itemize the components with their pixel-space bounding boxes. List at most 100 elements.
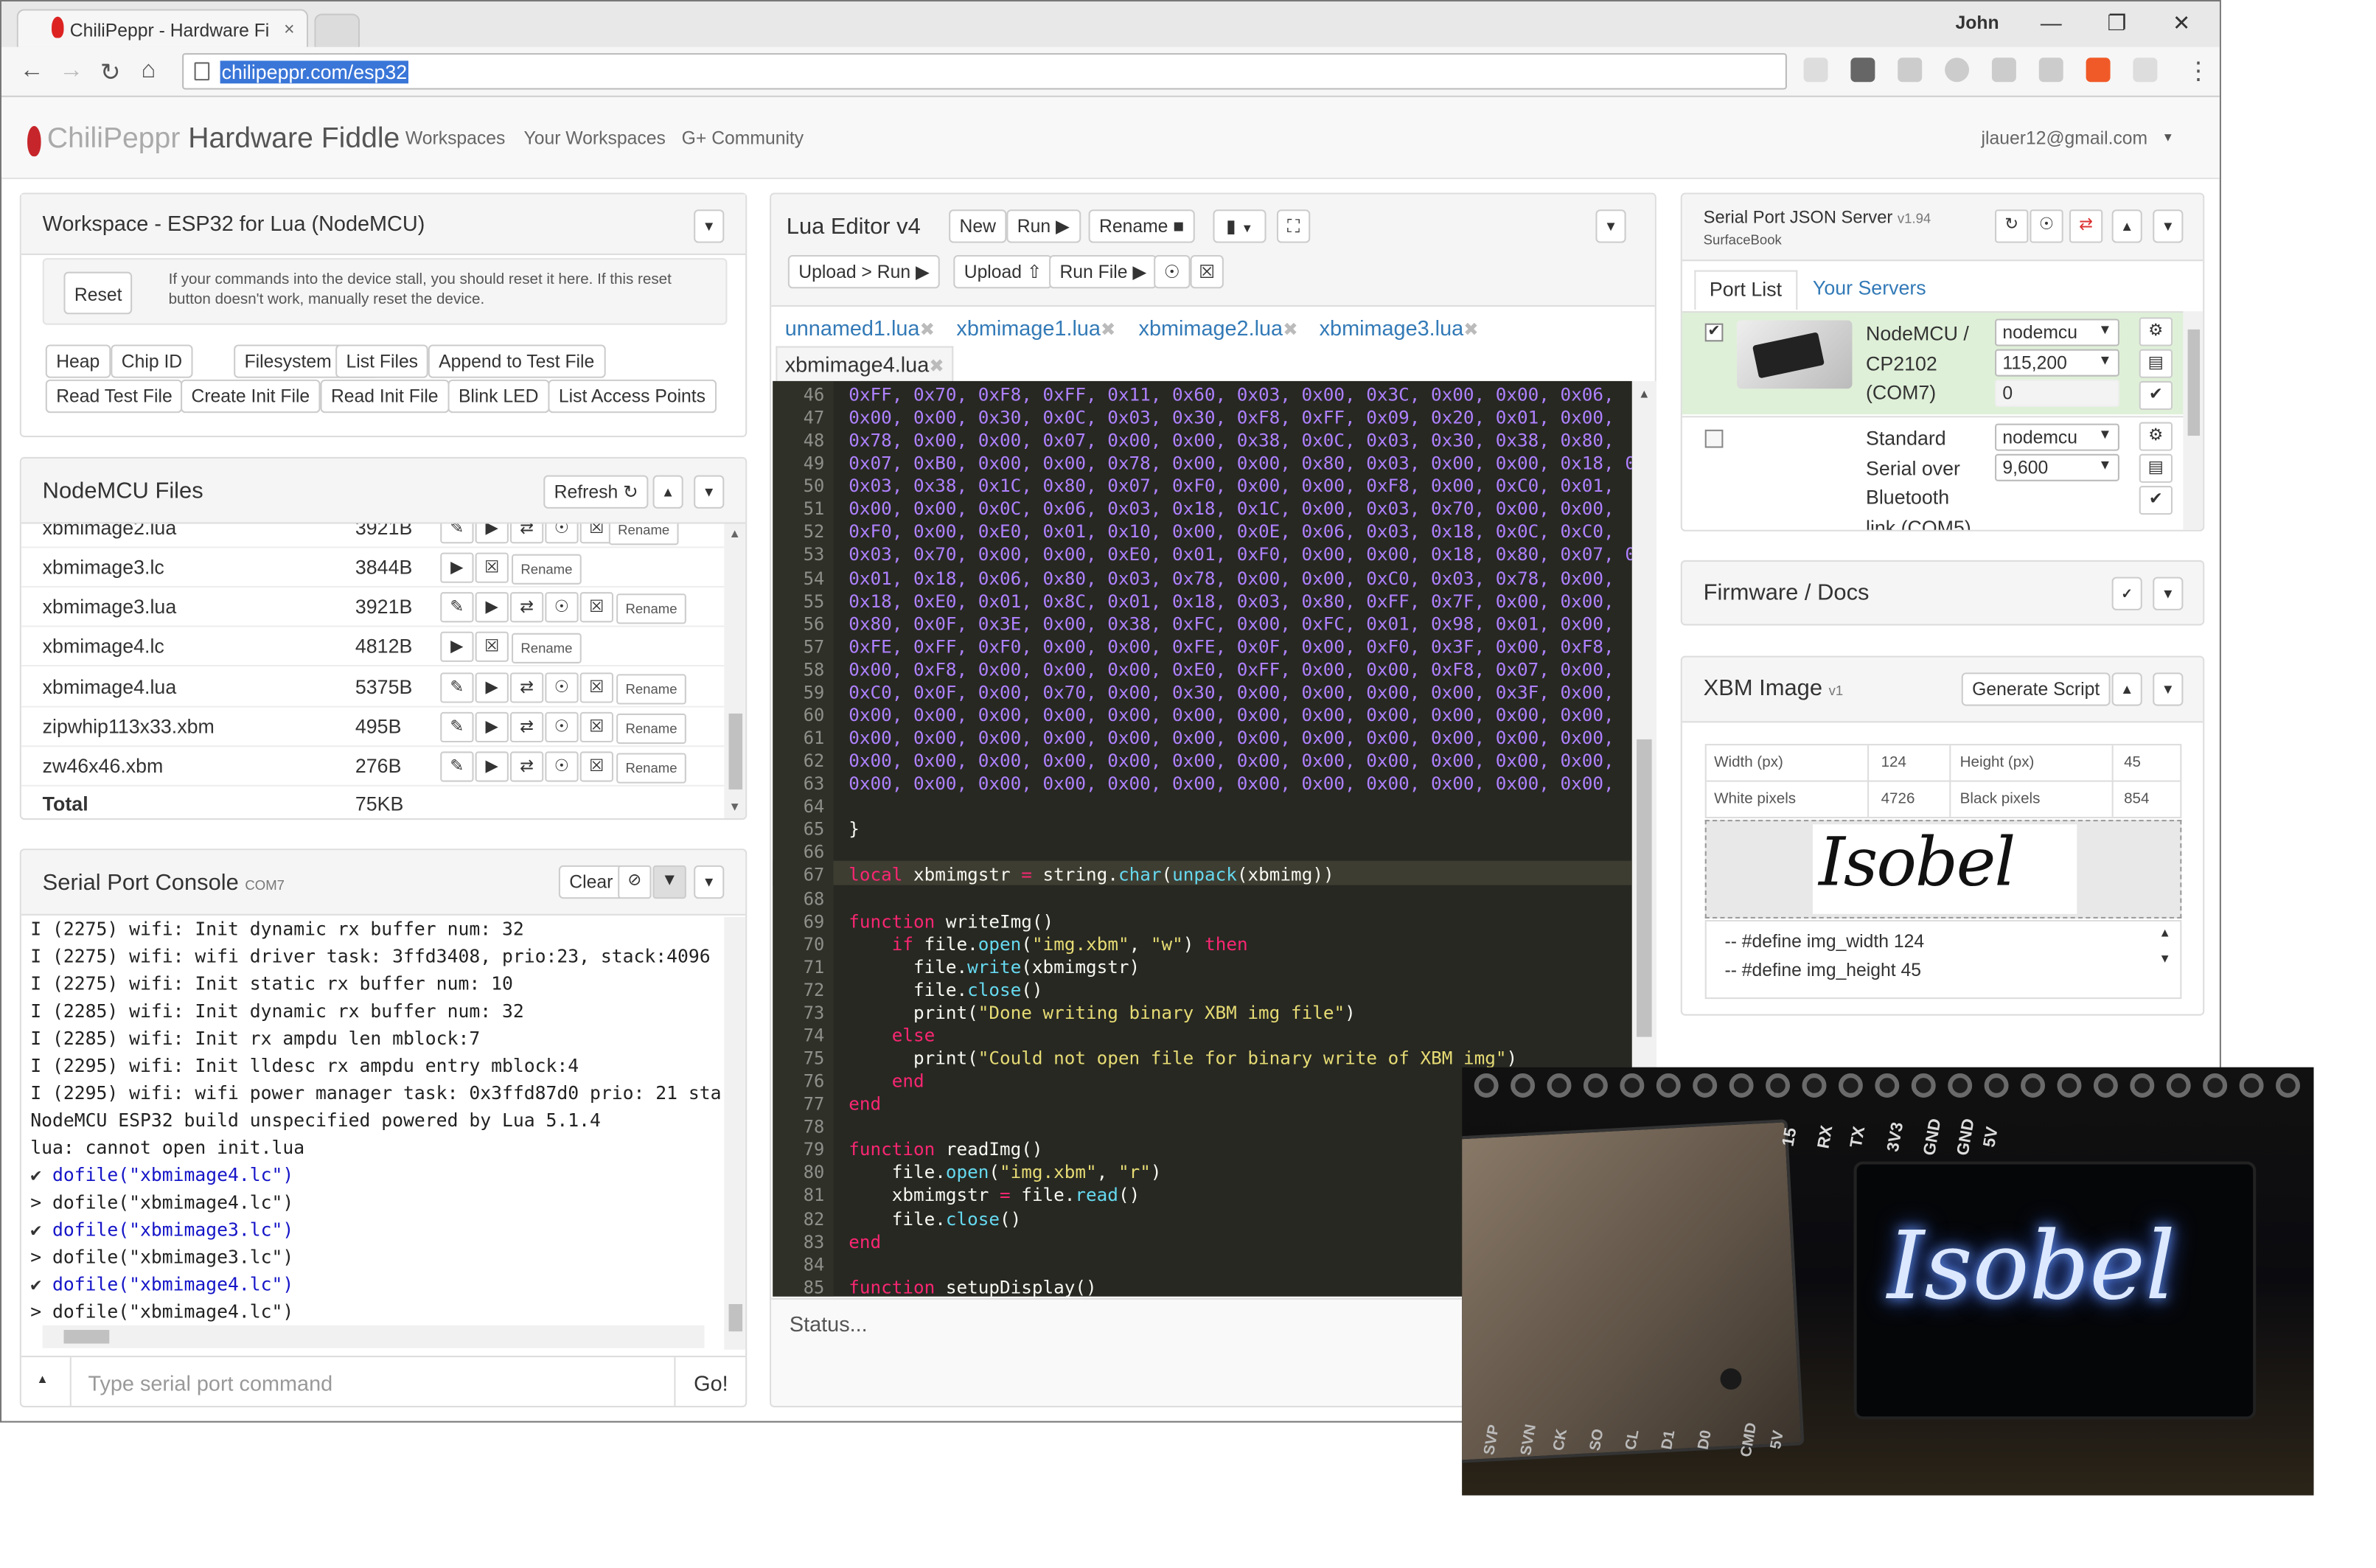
collapse-up-icon[interactable]: ▲ bbox=[2111, 672, 2142, 706]
trash-icon[interactable]: ☒ bbox=[475, 632, 509, 663]
trash-icon[interactable]: ☒ bbox=[579, 592, 613, 623]
trash-icon[interactable]: ☒ bbox=[475, 552, 509, 583]
tab-your-servers[interactable]: Your Servers bbox=[1813, 276, 1926, 299]
shuffle-icon[interactable]: ⇄ bbox=[509, 751, 544, 782]
reconnect-icon[interactable]: ⇄ bbox=[2069, 209, 2103, 243]
reset-button[interactable]: Reset bbox=[63, 271, 133, 315]
check-icon[interactable]: ✔ bbox=[2139, 486, 2173, 515]
play-icon[interactable]: ▶ bbox=[475, 711, 509, 742]
file-name[interactable]: xbmimage3.lua bbox=[43, 596, 177, 619]
nav-your-workspaces[interactable]: Your Workspaces bbox=[523, 128, 665, 149]
scroll-thumb[interactable] bbox=[1637, 739, 1652, 1037]
extension-icon[interactable] bbox=[2133, 58, 2158, 83]
chevron-down-icon[interactable]: ▼ bbox=[2153, 672, 2184, 706]
read-init-file-button[interactable]: Read Init File bbox=[320, 379, 449, 414]
rename-button[interactable]: Rename bbox=[616, 673, 686, 704]
run-file-button[interactable]: Run File ▶ bbox=[1049, 254, 1157, 289]
eye-icon[interactable]: ☉ bbox=[545, 523, 579, 544]
nav-g-plus-community[interactable]: G+ Community bbox=[682, 128, 804, 149]
rename-button[interactable]: Rename bbox=[616, 713, 686, 744]
baud-select[interactable]: 115,200 ▼ bbox=[1995, 349, 2119, 377]
play-icon[interactable]: ▶ bbox=[440, 552, 474, 583]
file-name[interactable]: xbmimage3.lc bbox=[43, 556, 164, 579]
chevron-down-icon[interactable]: ▼ bbox=[694, 209, 725, 243]
buffer-select[interactable]: nodemcu ▼ bbox=[1995, 423, 2119, 451]
play-icon[interactable]: ▶ bbox=[475, 592, 509, 623]
scroll-thumb[interactable] bbox=[2187, 329, 2201, 436]
tab-close-icon[interactable]: × bbox=[284, 18, 294, 40]
view-icon[interactable]: ☉ bbox=[1154, 254, 1191, 289]
scroll-up-icon[interactable]: ▲ bbox=[729, 527, 741, 541]
browser-menu-icon[interactable]: ⋮ bbox=[2187, 56, 2211, 86]
chevron-down-icon[interactable]: ▼ bbox=[694, 475, 725, 509]
baud-select[interactable]: 9,600 ▼ bbox=[1995, 453, 2119, 481]
file-name[interactable]: xbmimage4.lua bbox=[43, 675, 177, 698]
eye-icon[interactable]: ☉ bbox=[545, 751, 579, 782]
tab-port-list[interactable]: Port List bbox=[1694, 270, 1797, 310]
console-icon[interactable]: ▤ bbox=[2139, 453, 2173, 483]
play-icon[interactable]: ▶ bbox=[440, 632, 474, 663]
close-tab-icon[interactable]: ✖ bbox=[929, 355, 944, 377]
rename-button[interactable]: Rename bbox=[616, 753, 686, 784]
gear-icon[interactable]: ⚙ bbox=[2139, 422, 2173, 451]
scroll-thumb[interactable] bbox=[728, 1304, 743, 1332]
edit-icon[interactable]: ✎ bbox=[440, 592, 474, 623]
port-row[interactable]: Standard Serial over Bluetooth link (COM5) … bbox=[1682, 416, 2184, 530]
chevron-down-icon[interactable]: ▼ bbox=[2153, 209, 2184, 243]
scroll-down-icon[interactable]: ▼ bbox=[2159, 952, 2170, 966]
console-hscrollbar[interactable] bbox=[42, 1325, 705, 1348]
clear-button[interactable]: Clear bbox=[558, 865, 624, 899]
close-tab-icon[interactable]: ✖ bbox=[1463, 318, 1479, 340]
play-icon[interactable]: ▶ bbox=[475, 672, 509, 703]
trash-icon[interactable]: ☒ bbox=[579, 711, 613, 742]
read-test-file-button[interactable]: Read Test File bbox=[45, 379, 184, 414]
xbm-script-textarea[interactable]: -- #define img_width 124 -- #define img_… bbox=[1704, 919, 2182, 1000]
upload-button[interactable]: Upload ⇧ bbox=[953, 254, 1053, 289]
editor-tab[interactable]: xbmimage2.lua✖ bbox=[1139, 316, 1298, 340]
console-scrollbar[interactable] bbox=[724, 916, 746, 1350]
history-up-icon[interactable]: ▲ bbox=[36, 1373, 48, 1387]
create-init-file-button[interactable]: Create Init File bbox=[181, 379, 321, 414]
refresh-icon[interactable]: ↻ bbox=[1995, 209, 2029, 243]
chevron-down-icon[interactable]: ▼ bbox=[694, 865, 725, 899]
extension-icon[interactable] bbox=[1991, 58, 2016, 83]
port-checkbox[interactable] bbox=[1704, 429, 1724, 448]
chevron-down-icon[interactable]: ▼ bbox=[1595, 209, 1626, 243]
profile-name[interactable]: John bbox=[1956, 12, 1999, 33]
ports-scrollbar[interactable] bbox=[2183, 311, 2203, 530]
serial-command-input[interactable]: Type serial port command bbox=[88, 1371, 332, 1395]
eye-icon[interactable]: ☉ bbox=[545, 672, 579, 703]
port-checkbox[interactable]: ✔ bbox=[1704, 323, 1724, 342]
expand-icon[interactable]: ✓ bbox=[2111, 576, 2142, 610]
filter-icon[interactable]: ▼ bbox=[652, 865, 686, 899]
file-menu-button[interactable]: ▮ ▼ bbox=[1213, 209, 1267, 243]
console-icon[interactable]: ▤ bbox=[2139, 349, 2173, 378]
fullscreen-icon[interactable]: ⛶ bbox=[1276, 209, 1311, 243]
home-icon[interactable]: ⌂ bbox=[142, 58, 156, 85]
scroll-thumb[interactable] bbox=[63, 1330, 110, 1344]
file-name[interactable]: zw46x46.xbm bbox=[43, 755, 164, 778]
editor-tab-active[interactable]: xbmimage4.lua✖ bbox=[776, 346, 954, 383]
nav-workspaces[interactable]: Workspaces bbox=[405, 128, 506, 149]
buffer-select[interactable]: nodemcu ▼ bbox=[1995, 318, 2119, 346]
minimize-icon[interactable]: — bbox=[2041, 10, 2062, 35]
scroll-up-icon[interactable]: ▲ bbox=[2159, 926, 2170, 940]
rename-button[interactable]: Rename bbox=[616, 593, 686, 624]
collapse-up-icon[interactable]: ▲ bbox=[652, 475, 683, 509]
extension-icon[interactable] bbox=[1850, 58, 1875, 83]
rename-button[interactable]: Rename bbox=[512, 554, 582, 585]
file-name[interactable]: xbmimage4.lc bbox=[43, 635, 164, 658]
trash-icon[interactable]: ☒ bbox=[1190, 254, 1224, 289]
shuffle-icon[interactable]: ⇄ bbox=[509, 523, 544, 544]
heap-button[interactable]: Heap bbox=[45, 344, 111, 378]
blink-led-button[interactable]: Blink LED bbox=[447, 379, 549, 414]
list-access-points-button[interactable]: List Access Points bbox=[548, 379, 717, 414]
port-row-selected[interactable]: ✔ NodeMCU / CP2102 (COM7) nodemcu ▼ 115,200… bbox=[1682, 311, 2184, 415]
brand[interactable]: ChiliPeppr Hardware Fiddle bbox=[47, 123, 400, 156]
go-button[interactable]: Go! bbox=[694, 1371, 728, 1395]
maximize-icon[interactable]: ❐ bbox=[2107, 10, 2126, 36]
chevron-down-icon[interactable]: ▼ bbox=[2153, 576, 2184, 610]
file-name[interactable]: xbmimage2.lua bbox=[43, 523, 177, 539]
extension-icon[interactable] bbox=[1803, 58, 1828, 83]
rename-button[interactable]: Rename bbox=[608, 523, 679, 546]
